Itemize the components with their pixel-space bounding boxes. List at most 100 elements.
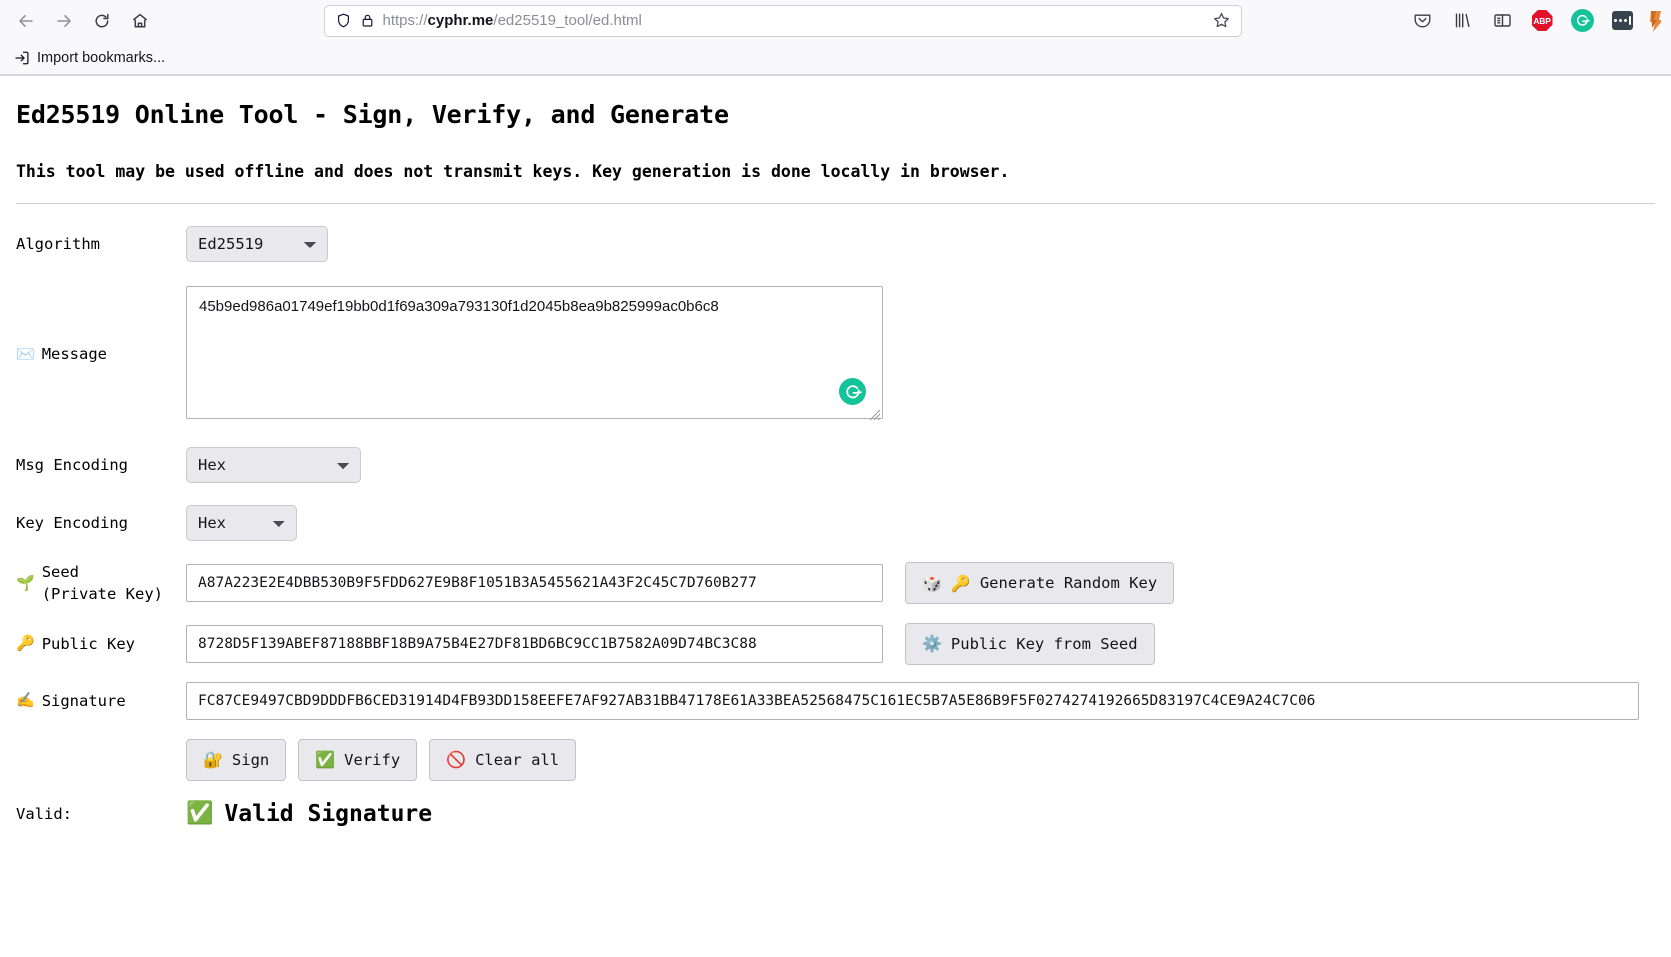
dot-2 (1618, 19, 1622, 22)
algorithm-select[interactable]: Ed25519 (186, 226, 328, 262)
extension-toolbar: ABP (1407, 6, 1663, 36)
generate-random-key-button[interactable]: 🎲 🔑 Generate Random Key (905, 562, 1175, 605)
sidebar-icon[interactable] (1487, 6, 1517, 36)
header-divider (16, 203, 1655, 204)
signature-label-text: Signature (41, 691, 126, 710)
browser-chrome: https://cyphr.me/ed25519_tool/ed.html AB… (0, 0, 1671, 76)
algorithm-label: Algorithm (16, 233, 186, 255)
import-icon (15, 51, 29, 64)
seedling-icon: 🌱 (16, 573, 35, 592)
address-bar[interactable]: https://cyphr.me/ed25519_tool/ed.html (323, 4, 1242, 37)
grammarly-badge (1570, 9, 1594, 32)
verify-button[interactable]: ✅ Verify (298, 738, 418, 781)
seed-label: 🌱 Seed (Private Key) (16, 561, 186, 606)
url-text[interactable]: https://cyphr.me/ed25519_tool/ed.html (383, 13, 1204, 28)
reload-button[interactable] (84, 5, 120, 37)
msg-encoding-select[interactable]: Hex (186, 447, 361, 483)
valid-label: Valid: (16, 803, 186, 825)
import-bookmarks-button[interactable]: Import bookmarks... (8, 47, 171, 69)
bookmarks-toolbar: Import bookmarks... (0, 41, 1671, 75)
seed-row: 🌱 Seed (Private Key) 🎲 🔑 Generate Random … (16, 561, 1655, 606)
grammarly-icon[interactable] (1567, 6, 1597, 36)
gear-icon: ⚙️ (922, 634, 942, 654)
home-icon (133, 13, 147, 28)
key-icon: 🔑 (950, 573, 971, 593)
sign-button[interactable]: 🔐 Sign (186, 738, 287, 781)
back-arrow-icon (19, 14, 33, 27)
signed-envelope-icon: 🔐 (203, 750, 223, 770)
extension-menu-icon[interactable] (1607, 6, 1637, 36)
check-mark-icon: ✅ (315, 750, 336, 770)
dice-icon: 🎲 (922, 573, 942, 593)
urlbar-container: https://cyphr.me/ed25519_tool/ed.html (160, 4, 1405, 37)
grammarly-g-glyph (1576, 14, 1590, 26)
check-mark-icon: ✅ (186, 801, 214, 827)
valid-status-row: Valid: ✅ Valid Signature (16, 801, 1655, 827)
lock-icon[interactable] (360, 12, 375, 29)
forward-button[interactable] (46, 5, 82, 37)
message-input[interactable]: 45b9ed986a01749ef19bb0d1f69a309a793130f1… (186, 286, 883, 419)
public-key-input[interactable] (186, 624, 883, 663)
key-icon: 🔑 (16, 634, 35, 653)
public-key-row: 🔑 Public Key ⚙️ Public Key from Seed (16, 622, 1655, 665)
prohibited-icon: 🚫 (446, 750, 467, 770)
back-button[interactable] (8, 5, 44, 37)
seed-label-stack: Seed (Private Key) (42, 561, 163, 606)
writing-hand-icon: ✍️ (16, 691, 35, 710)
home-button[interactable] (122, 5, 158, 37)
envelope-icon: ✉️ (16, 344, 35, 363)
page-content: Ed25519 Online Tool - Sign, Verify, and … (0, 100, 1671, 827)
algorithm-row: Algorithm Ed25519 (16, 226, 1655, 262)
import-bookmarks-label: Import bookmarks... (37, 49, 166, 66)
key-encoding-label: Key Encoding (16, 512, 186, 534)
public-key-label: 🔑 Public Key (16, 633, 186, 655)
seed-input[interactable] (186, 564, 883, 603)
public-key-from-seed-label: Public Key from Seed (950, 634, 1138, 653)
msg-encoding-label-text: Msg Encoding (16, 455, 128, 474)
pocket-icon[interactable] (1407, 6, 1437, 36)
public-key-from-seed-button[interactable]: ⚙️ Public Key from Seed (905, 622, 1155, 665)
generate-random-key-label: Generate Random Key (979, 574, 1158, 593)
signature-input[interactable] (186, 681, 1639, 720)
verify-button-label: Verify (344, 750, 401, 769)
message-label: ✉️ Message (16, 343, 186, 365)
adblock-plus-icon[interactable]: ABP (1527, 6, 1557, 36)
algorithm-label-text: Algorithm (16, 234, 100, 253)
pocket-glyph (1414, 14, 1430, 28)
signature-row: ✍️ Signature (16, 681, 1655, 720)
forward-arrow-icon (57, 14, 71, 27)
page-subtitle: This tool may be used offline and does n… (16, 162, 1010, 181)
clipped-extension-icon[interactable] (1647, 8, 1661, 34)
key-encoding-select[interactable]: Hex (186, 505, 297, 541)
valid-label-text: Valid: (16, 804, 72, 823)
navigation-toolbar: https://cyphr.me/ed25519_tool/ed.html AB… (0, 0, 1671, 41)
clear-all-button-label: Clear all (475, 750, 560, 769)
status-badge: ✅ Valid Signature (186, 801, 432, 827)
seed-label-line1: Seed (41, 563, 80, 581)
message-label-text: Message (41, 345, 108, 364)
clipped-extension-glyph (1650, 10, 1661, 32)
dot-3 (1623, 19, 1627, 22)
star-icon[interactable] (1212, 11, 1231, 30)
key-encoding-row: Key Encoding Hex (16, 505, 1655, 541)
message-box-wrapper: 45b9ed986a01749ef19bb0d1f69a309a793130f1… (186, 286, 883, 423)
signature-label: ✍️ Signature (16, 690, 186, 712)
url-host: cyphr.me (427, 13, 494, 28)
page-title: Ed25519 Online Tool - Sign, Verify, and … (16, 100, 729, 129)
dot-1 (1613, 19, 1617, 22)
library-glyph (1455, 13, 1469, 28)
library-icon[interactable] (1447, 6, 1477, 36)
message-row: ✉️ Message 45b9ed986a01749ef19bb0d1f69a3… (16, 286, 1655, 423)
valid-status-text: Valid Signature (224, 800, 433, 827)
seed-label-line2: (Private Key) (41, 585, 164, 604)
clear-all-button[interactable]: 🚫 Clear all (429, 738, 577, 781)
action-buttons-row: 🔐 Sign ✅ Verify 🚫 Clear all (16, 738, 1655, 781)
abp-badge-label: ABP (1531, 10, 1553, 31)
sign-button-label: Sign (231, 750, 270, 769)
public-key-label-text: Public Key (41, 634, 136, 653)
reload-icon (95, 13, 109, 27)
grammarly-icon[interactable] (839, 378, 866, 405)
msg-encoding-label: Msg Encoding (16, 454, 186, 476)
key-encoding-label-text: Key Encoding (16, 513, 128, 532)
shield-icon[interactable] (335, 12, 352, 29)
